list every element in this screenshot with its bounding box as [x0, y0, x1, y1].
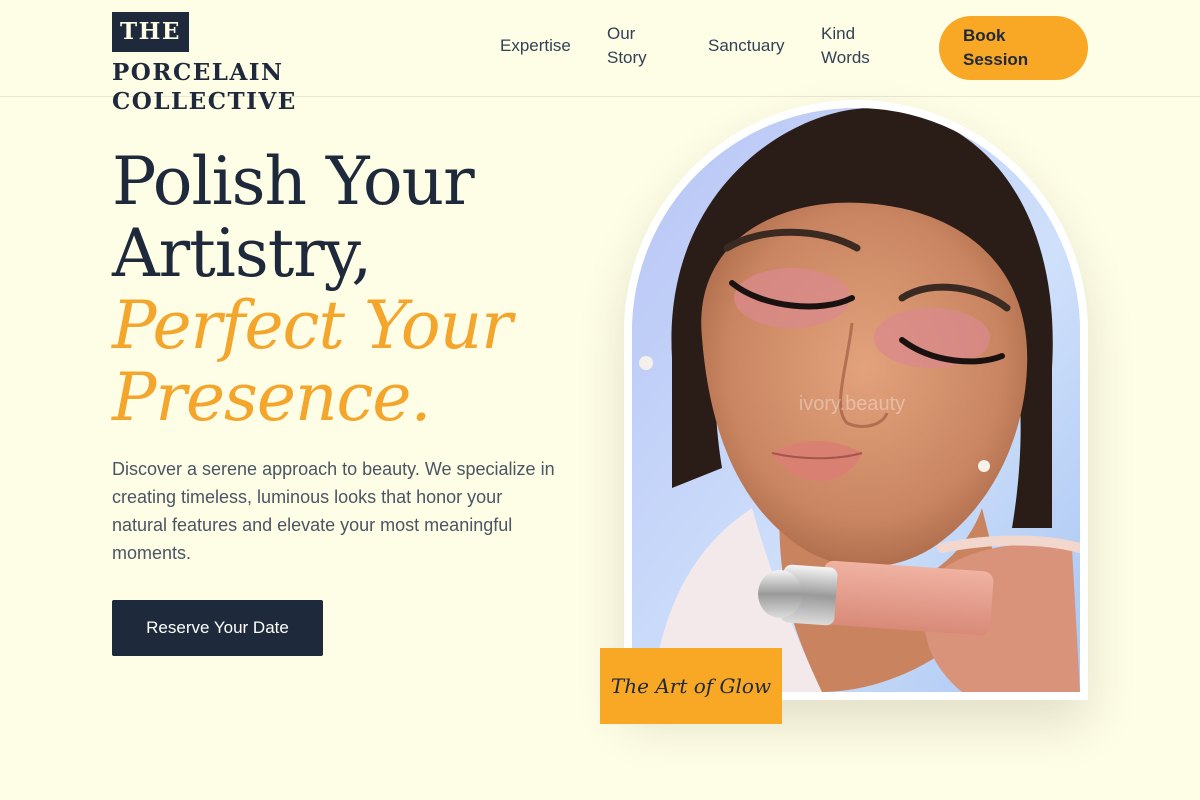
headline-line-1: Polish Your — [112, 143, 475, 220]
logo-word-porcelain: PORCELAIN — [112, 59, 284, 86]
hero-description: Discover a serene approach to beauty. We… — [112, 459, 555, 563]
hero-headline: Polish Your Artistry, Perfect Your Prese… — [112, 146, 572, 434]
nav-link-sanctuary[interactable]: Sanctuary — [708, 34, 785, 58]
art-of-glow-badge: The Art of Glow — [600, 648, 782, 724]
book-session-label: Book Session — [963, 26, 1029, 69]
nav-link-kind-words[interactable]: Kind Words — [821, 22, 891, 70]
reserve-date-button[interactable]: Reserve Your Date — [112, 600, 323, 656]
portrait-illustration: ivory.beauty — [632, 108, 1080, 692]
site-header: THE PORCELAIN COLLECTIVE Expertise Our St… — [0, 0, 1200, 115]
hero-image-frame: ivory.beauty — [624, 100, 1088, 700]
nav-link-our-story[interactable]: Our Story — [607, 22, 667, 70]
nav-link-expertise[interactable]: Expertise — [500, 34, 571, 58]
logo-word-collective: COLLECTIVE — [112, 88, 297, 115]
headline-line-2: Artistry, — [112, 215, 372, 292]
book-session-button[interactable]: Book Session — [939, 16, 1088, 80]
logo-the-mark: THE — [112, 12, 189, 52]
brand-logo[interactable]: THE PORCELAIN COLLECTIVE — [112, 12, 362, 117]
headline-accent-line-2: Presence. — [112, 359, 431, 436]
image-watermark: ivory.beauty — [799, 393, 905, 415]
hero-portrait-image: ivory.beauty — [632, 108, 1080, 692]
headline-accent-line-1: Perfect Your — [112, 287, 513, 364]
